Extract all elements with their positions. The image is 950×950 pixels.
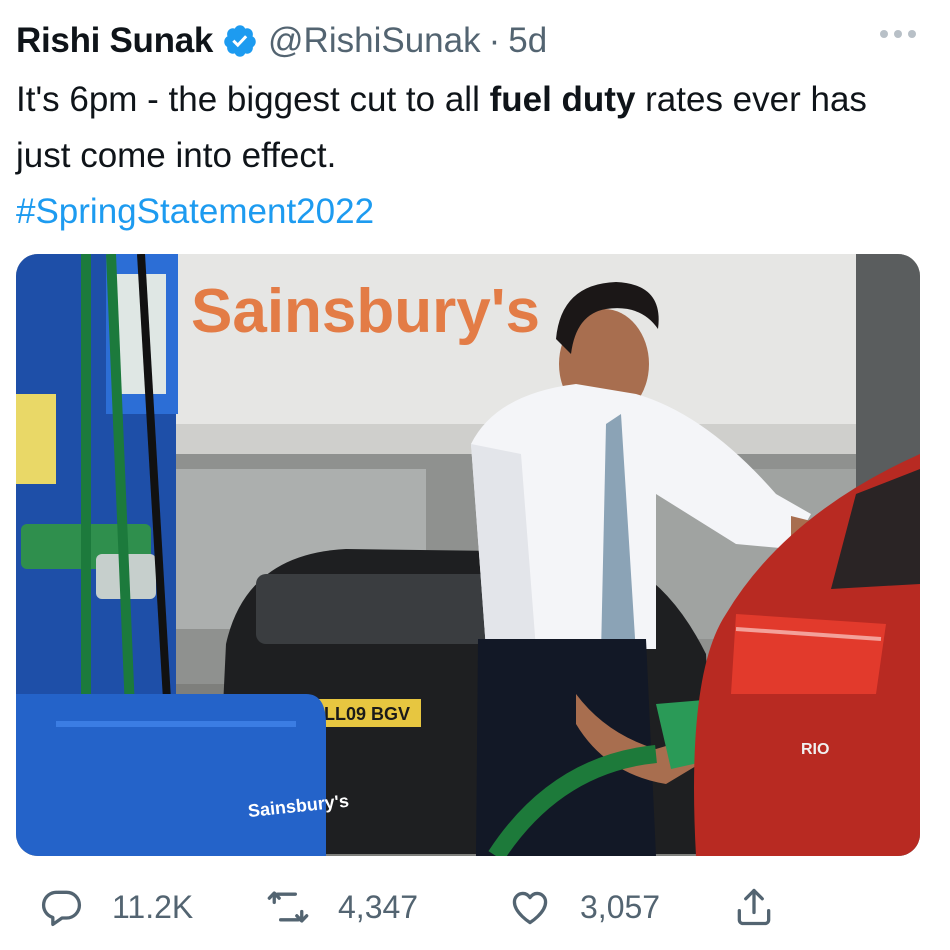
more-icon[interactable] [880, 30, 916, 38]
store-sign-text: Sainsbury's [191, 277, 540, 346]
retweet-button[interactable]: 4,347 [266, 880, 418, 934]
more-dot [894, 30, 902, 38]
tweet-actions: 11.2K 4,347 3,057 [20, 880, 920, 934]
like-count: 3,057 [580, 888, 661, 925]
tweet-text: It's 6pm - the biggest cut to all fuel d… [16, 72, 916, 240]
tweet-text-part: It's 6pm - the biggest cut to all [16, 80, 490, 119]
tweet-text-bold: fuel duty [489, 80, 636, 119]
reply-count: 11.2K [112, 888, 194, 925]
reply-icon [40, 885, 84, 929]
car-badge-text: RIO [801, 741, 829, 758]
retweet-icon [266, 885, 310, 929]
hashtag-link[interactable]: #SpringStatement2022 [16, 192, 374, 231]
tweet-photo[interactable]: Sainsbury's LL09 BGV Sainsbury's RIO [16, 254, 920, 856]
tweet-card: Rishi Sunak @RishiSunak · 5d It's 6pm - … [0, 0, 950, 950]
verified-badge-icon [222, 23, 258, 59]
author-name[interactable]: Rishi Sunak [16, 21, 213, 61]
tweet-header: Rishi Sunak @RishiSunak · 5d [16, 14, 547, 68]
more-dot [908, 30, 916, 38]
retweet-count: 4,347 [338, 888, 419, 925]
like-button[interactable]: 3,057 [508, 880, 660, 934]
more-dot [880, 30, 888, 38]
share-icon [732, 885, 776, 929]
number-plate-text: LL09 BGV [324, 704, 410, 724]
tweet-timestamp[interactable]: 5d [508, 21, 547, 61]
separator-dot: · [488, 21, 501, 60]
share-button[interactable] [732, 880, 776, 934]
reply-button[interactable]: 11.2K [40, 880, 193, 934]
heart-icon [508, 885, 552, 929]
author-handle[interactable]: @RishiSunak [268, 21, 481, 61]
